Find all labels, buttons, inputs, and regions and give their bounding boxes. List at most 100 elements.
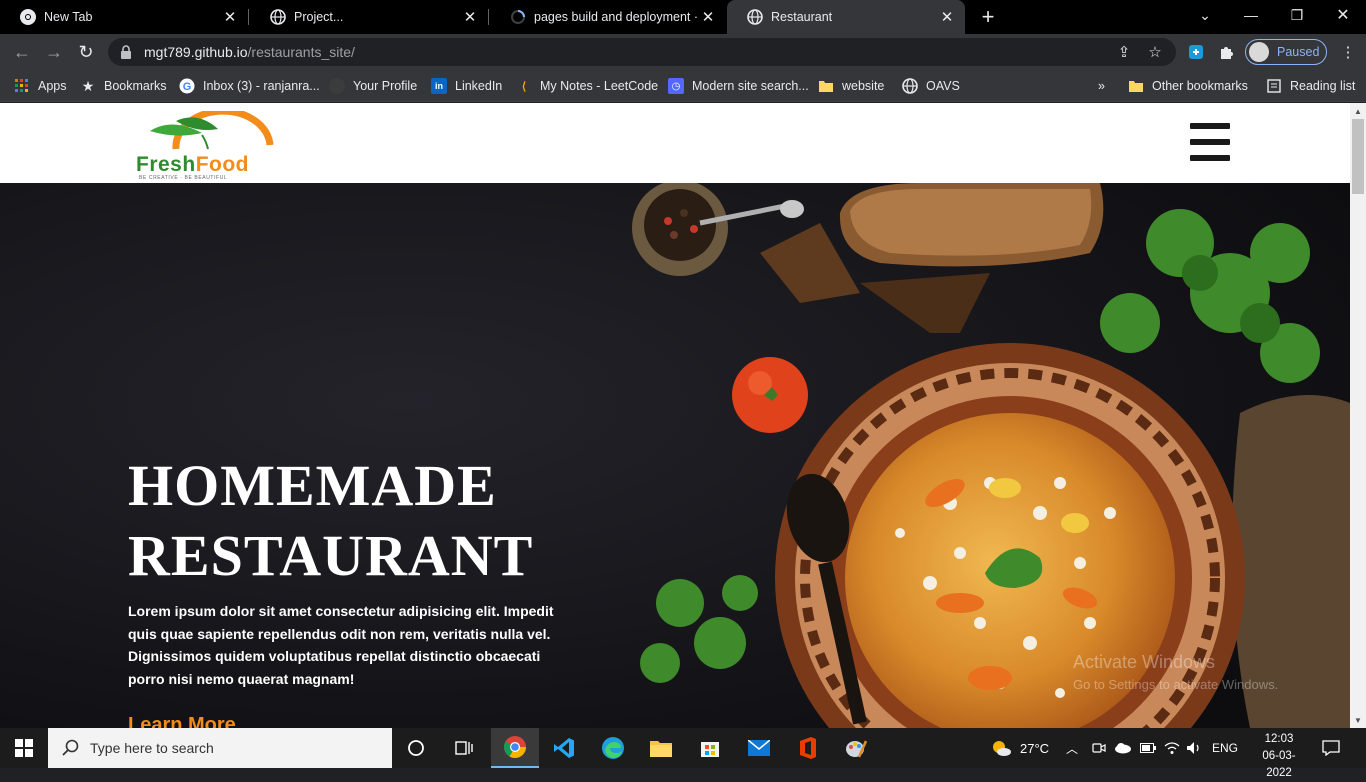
tab-project[interactable]: Project... ✕ [250, 0, 488, 34]
loading-spinner-icon [510, 9, 526, 25]
scroll-up-arrow-icon[interactable]: ▲ [1350, 103, 1366, 119]
activate-windows-watermark: Activate Windows Go to Settings to activ… [1073, 652, 1278, 692]
cortana-icon[interactable] [392, 728, 440, 768]
paint-icon[interactable] [832, 728, 880, 768]
tab-pages-build[interactable]: pages build and deployment · Mc ✕ [490, 0, 726, 34]
weather-temperature: 27°C [1020, 740, 1050, 756]
bookmark-website[interactable]: website [818, 76, 884, 96]
profile-button[interactable]: Paused [1245, 39, 1327, 65]
restore-button[interactable]: ❐ [1274, 0, 1320, 30]
mail-icon[interactable] [735, 728, 783, 768]
search-placeholder: Type here to search [90, 740, 214, 756]
tab-new-tab[interactable]: New Tab ✕ [0, 0, 248, 34]
watermark-title: Activate Windows [1073, 652, 1216, 672]
tray-meet-icon[interactable] [1092, 728, 1106, 768]
bookmark-oavs[interactable]: OAVS [902, 76, 960, 96]
github-icon [329, 78, 345, 94]
onedrive-cloud-icon[interactable] [1114, 728, 1132, 768]
battery-icon[interactable] [1140, 728, 1156, 768]
back-arrow-icon[interactable]: ← [8, 38, 36, 66]
hero-title: HOMEMADE RESTAURANT [128, 451, 688, 591]
scrollbar-thumb[interactable] [1352, 119, 1364, 194]
tab-title: pages build and deployment · Mc [534, 10, 700, 24]
share-icon[interactable]: ⇪ [1110, 38, 1138, 66]
algolia-icon: ◷ [668, 78, 684, 94]
google-icon: G [179, 78, 195, 94]
bookmark-label: LinkedIn [455, 79, 503, 93]
bookmarks-overflow-button[interactable]: » [1098, 76, 1105, 96]
bookmark-label: OAVS [926, 79, 960, 93]
tab-title: New Tab [44, 10, 93, 24]
folder-icon [818, 78, 834, 94]
weather-widget[interactable]: 27°C [990, 728, 1049, 768]
bookmark-linkedin[interactable]: in LinkedIn [431, 76, 502, 96]
close-window-button[interactable]: ✕ [1320, 0, 1366, 30]
folder-icon [1128, 78, 1144, 94]
leetcode-icon: ⟨ [521, 80, 527, 93]
tab-restaurant[interactable]: Restaurant ✕ [727, 0, 965, 34]
url-host: mgt789.github.io [144, 44, 248, 60]
chrome-taskbar-icon[interactable] [491, 728, 539, 768]
tab-search-icon[interactable]: ⌄ [1182, 0, 1228, 30]
hero-description: Lorem ipsum dolor sit amet consectetur a… [128, 603, 554, 687]
task-view-icon[interactable] [440, 728, 488, 768]
hero-title-line1: HOMEMADE [128, 453, 497, 518]
file-explorer-icon[interactable] [637, 728, 685, 768]
windows-start-icon[interactable] [0, 728, 48, 768]
new-tab-button[interactable]: + [976, 4, 1000, 29]
office-icon[interactable] [784, 728, 832, 768]
logo-wordmark: FreshFood [136, 153, 249, 176]
close-tab-icon[interactable]: ✕ [939, 9, 955, 26]
bookmark-label: My Notes - LeetCode [540, 79, 659, 93]
tab-title: Restaurant [771, 10, 833, 24]
url-path: /restaurants_site/ [247, 44, 355, 60]
page-scrollbar[interactable]: ▲ ▼ [1350, 103, 1366, 728]
tab-strip: New Tab ✕ Project... ✕ pages build and d… [0, 0, 1366, 34]
bookmark-your-profile[interactable]: Your Profile [329, 76, 417, 96]
extension-icon[interactable] [1182, 38, 1210, 66]
chrome-icon [20, 9, 36, 25]
scroll-down-arrow-icon[interactable]: ▼ [1350, 712, 1366, 728]
bookmark-apps[interactable]: Apps [14, 76, 67, 96]
learn-more-link[interactable]: Learn More [128, 714, 236, 728]
bookmark-leetcode[interactable]: ⟨ My Notes - LeetCode [516, 76, 658, 96]
bookmarks-bar: Apps ★ Bookmarks G Inbox (3) - ranjanra.… [0, 70, 1366, 102]
wifi-icon[interactable] [1164, 728, 1180, 768]
volume-icon[interactable] [1186, 728, 1202, 768]
notifications-icon[interactable] [1322, 728, 1340, 768]
reading-list-button[interactable]: Reading list [1266, 76, 1355, 96]
minimize-button[interactable]: — [1228, 0, 1274, 30]
system-clock[interactable]: 12:03 06-03-2022 [1255, 731, 1303, 782]
avatar [1249, 42, 1269, 62]
logo-tagline: BE CREATIVE · BE BEAUTIFUL [139, 175, 228, 181]
address-bar[interactable]: mgt789.github.io/restaurants_site/ [108, 38, 1176, 66]
bookmark-bookmarks[interactable]: ★ Bookmarks [80, 76, 167, 96]
close-tab-icon[interactable]: ✕ [462, 9, 478, 26]
close-tab-icon[interactable]: ✕ [222, 9, 238, 26]
show-hidden-icons-chevron-icon[interactable]: ︿ [1066, 728, 1078, 768]
vscode-icon[interactable] [540, 728, 588, 768]
taskbar-search-box[interactable]: Type here to search [48, 728, 392, 768]
puzzle-extensions-icon[interactable] [1212, 38, 1240, 66]
clock-time: 12:03 [1264, 733, 1294, 745]
clock-date: 06-03-2022 [1262, 750, 1296, 779]
bookmark-algolia[interactable]: ◷ Modern site search... [668, 76, 809, 96]
bookmark-label: Bookmarks [104, 79, 167, 93]
microsoft-store-icon[interactable] [686, 728, 734, 768]
bookmark-star-icon[interactable]: ☆ [1141, 38, 1169, 66]
site-header: FreshFood BE CREATIVE · BE BEAUTIFUL [0, 103, 1350, 183]
globe-icon [270, 9, 286, 25]
input-language[interactable]: ENG [1212, 728, 1238, 768]
page-viewport: FreshFood BE CREATIVE · BE BEAUTIFUL HOM… [0, 103, 1350, 728]
reload-icon[interactable]: ↻ [72, 38, 100, 66]
menu-kebab-icon[interactable]: ⋮ [1334, 38, 1362, 66]
hamburger-menu-icon[interactable] [1190, 123, 1230, 161]
apps-grid-icon [14, 78, 30, 94]
bookmark-other[interactable]: Other bookmarks [1128, 76, 1248, 96]
close-tab-icon[interactable]: ✕ [700, 9, 716, 26]
freshfood-logo[interactable]: FreshFood BE CREATIVE · BE BEAUTIFUL [136, 111, 298, 181]
forward-arrow-icon[interactable]: → [40, 38, 68, 66]
globe-icon [902, 78, 918, 94]
edge-icon[interactable] [589, 728, 637, 768]
bookmark-inbox[interactable]: G Inbox (3) - ranjanra... [179, 76, 320, 96]
